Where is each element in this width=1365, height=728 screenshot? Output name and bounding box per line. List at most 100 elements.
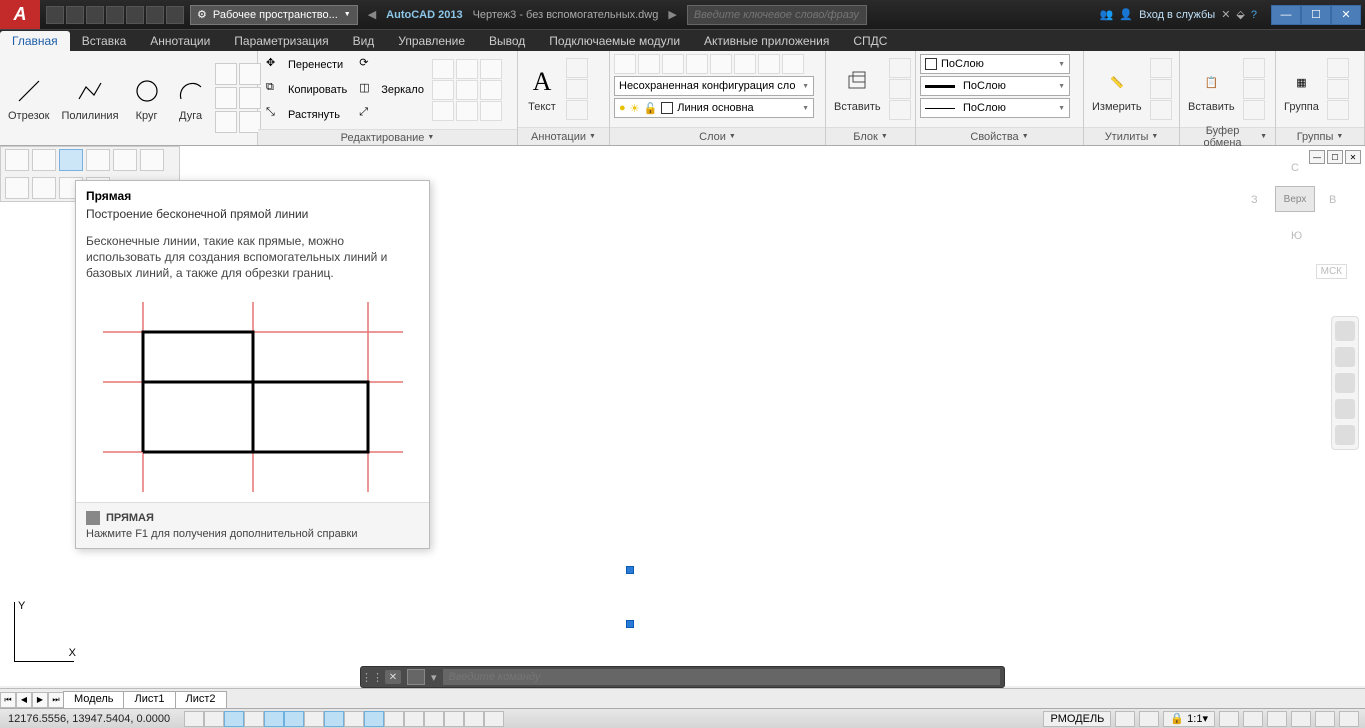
panel-layers-title[interactable]: Слои▼: [610, 127, 825, 145]
cmd-handle-icon[interactable]: ⋮⋮: [365, 670, 379, 684]
tool-move[interactable]: ✥Перенести: [262, 53, 351, 77]
sb-osnap-icon[interactable]: [284, 711, 304, 727]
color-combo[interactable]: ПоСлою: [920, 54, 1070, 74]
join-icon[interactable]: [480, 101, 502, 121]
tab-sheet1[interactable]: Лист1: [123, 691, 175, 709]
xline-tool-5-icon[interactable]: [113, 149, 137, 171]
status-pmodel[interactable]: РМОДЕЛЬ: [1043, 711, 1111, 727]
ungroup-icon[interactable]: [1327, 58, 1349, 78]
layer-props-icon[interactable]: [614, 54, 636, 74]
layer-current-combo[interactable]: ●☀🔓Линия основна: [614, 98, 814, 118]
ucs-label[interactable]: МСК: [1316, 264, 1347, 279]
xline-tool-6-icon[interactable]: [140, 149, 164, 171]
layer-off-icon[interactable]: [710, 54, 732, 74]
group-select-icon[interactable]: [1327, 100, 1349, 120]
sb-annoscale-icon[interactable]: [1219, 711, 1239, 727]
infocenter-icon[interactable]: ⬙: [1236, 8, 1244, 21]
exchange-icon[interactable]: ✕: [1221, 8, 1230, 21]
tool-measure[interactable]: 📏Измерить: [1088, 63, 1146, 115]
fillet-icon[interactable]: [480, 59, 502, 79]
sb-polar-icon[interactable]: [264, 711, 284, 727]
sb-dyn-icon[interactable]: [364, 711, 384, 727]
sb-tpy-icon[interactable]: [404, 711, 424, 727]
qat-new-icon[interactable]: [46, 6, 64, 24]
workspace-selector[interactable]: ⚙ Рабочее пространство...: [190, 5, 358, 25]
xline-tool-1-icon[interactable]: [5, 149, 29, 171]
layer-state-icon[interactable]: [638, 54, 660, 74]
dim-linear-icon[interactable]: [566, 58, 588, 78]
xline-tool-8-icon[interactable]: [32, 177, 56, 199]
block-attr-icon[interactable]: [889, 100, 911, 120]
sb-qp-icon[interactable]: [424, 711, 444, 727]
panel-clipboard-title[interactable]: Буфер обмена▼: [1180, 127, 1275, 145]
tab-plugins[interactable]: Подключаемые модули: [537, 31, 692, 51]
sb-toolbar-icon[interactable]: [1267, 711, 1287, 727]
tab-view[interactable]: Вид: [341, 31, 387, 51]
group-edit-icon[interactable]: [1327, 79, 1349, 99]
qat-undo-icon[interactable]: [146, 6, 164, 24]
tab-manage[interactable]: Управление: [386, 31, 477, 51]
linetype-combo[interactable]: ПоСлою: [920, 98, 1070, 118]
panel-modify-title[interactable]: Редактирование▼: [258, 129, 517, 145]
sb-infer-icon[interactable]: [184, 711, 204, 727]
block-edit-icon[interactable]: [889, 79, 911, 99]
tab-activeapps[interactable]: Активные приложения: [692, 31, 841, 51]
user-icon[interactable]: 👤: [1119, 8, 1133, 21]
close-button[interactable]: ✕: [1331, 5, 1361, 25]
status-scale[interactable]: 🔒 1:1▾: [1163, 711, 1215, 727]
maximize-button[interactable]: ☐: [1301, 5, 1331, 25]
qat-saveas-icon[interactable]: [106, 6, 124, 24]
people-icon[interactable]: 👥: [1100, 8, 1114, 21]
layout-first-icon[interactable]: ⏮: [0, 692, 16, 708]
lineweight-combo[interactable]: ПоСлою: [920, 76, 1070, 96]
grip-1[interactable]: [626, 566, 634, 574]
sb-ortho-icon[interactable]: [244, 711, 264, 727]
xline-tool-3-icon[interactable]: [59, 149, 83, 171]
xline-tool-2-icon[interactable]: [32, 149, 56, 171]
layout-prev-icon[interactable]: ◀: [16, 692, 32, 708]
select-all-icon[interactable]: [1150, 58, 1172, 78]
layout-last-icon[interactable]: ⏭: [48, 692, 64, 708]
tab-parametric[interactable]: Параметризация: [222, 31, 340, 51]
quickcalc-icon[interactable]: [1150, 79, 1172, 99]
minimize-button[interactable]: —: [1271, 5, 1301, 25]
tool-mirror[interactable]: ◫Зеркало: [355, 78, 428, 102]
tool-ellipse-icon[interactable]: [215, 87, 237, 109]
panel-block-title[interactable]: Блок▼: [826, 127, 915, 145]
block-create-icon[interactable]: [889, 58, 911, 78]
layout-next-icon[interactable]: ▶: [32, 692, 48, 708]
tab-model[interactable]: Модель: [63, 691, 124, 709]
erase-icon[interactable]: [456, 101, 478, 121]
layer-state-combo[interactable]: Несохраненная конфигурация сло: [614, 76, 814, 96]
viewcube-north[interactable]: С: [1291, 162, 1299, 174]
sb-snap-icon[interactable]: [204, 711, 224, 727]
tab-annotate[interactable]: Аннотации: [138, 31, 222, 51]
extend-icon[interactable]: [456, 59, 478, 79]
sb-otrack-icon[interactable]: [324, 711, 344, 727]
nav-zoom-icon[interactable]: [1335, 373, 1355, 393]
tab-output[interactable]: Вывод: [477, 31, 537, 51]
status-coordinates[interactable]: 12176.5556, 13947.5404, 0.0000: [0, 713, 178, 725]
viewcube-south[interactable]: Ю: [1291, 230, 1302, 242]
panel-groups-title[interactable]: Группы▼: [1276, 127, 1364, 145]
search-input[interactable]: [687, 5, 867, 25]
xline-tool-4-icon[interactable]: [86, 149, 110, 171]
sb-ducs-icon[interactable]: [344, 711, 364, 727]
tool-rotate[interactable]: ⟳: [355, 53, 428, 77]
sb-tr-icon[interactable]: [484, 711, 504, 727]
layer-freeze-icon[interactable]: [686, 54, 708, 74]
tool-circle[interactable]: Круг: [127, 72, 167, 124]
cmd-dropdown-icon[interactable]: ▾: [431, 671, 437, 684]
viewcube-top[interactable]: Верх: [1275, 186, 1315, 212]
matchprop-icon[interactable]: [1243, 100, 1265, 120]
panel-utilities-title[interactable]: Утилиты▼: [1084, 127, 1179, 145]
nav-orbit-icon[interactable]: [1335, 399, 1355, 419]
signin-link[interactable]: Вход в службы: [1139, 9, 1215, 21]
tool-insert-block[interactable]: Вставить: [830, 63, 885, 115]
panel-properties-title[interactable]: Свойства▼: [916, 127, 1083, 145]
viewcube-east[interactable]: В: [1329, 194, 1336, 206]
qat-redo-icon[interactable]: [166, 6, 184, 24]
grip-2[interactable]: [626, 620, 634, 628]
cut-icon[interactable]: [1243, 58, 1265, 78]
tool-paste[interactable]: 📋Вставить: [1184, 63, 1239, 115]
